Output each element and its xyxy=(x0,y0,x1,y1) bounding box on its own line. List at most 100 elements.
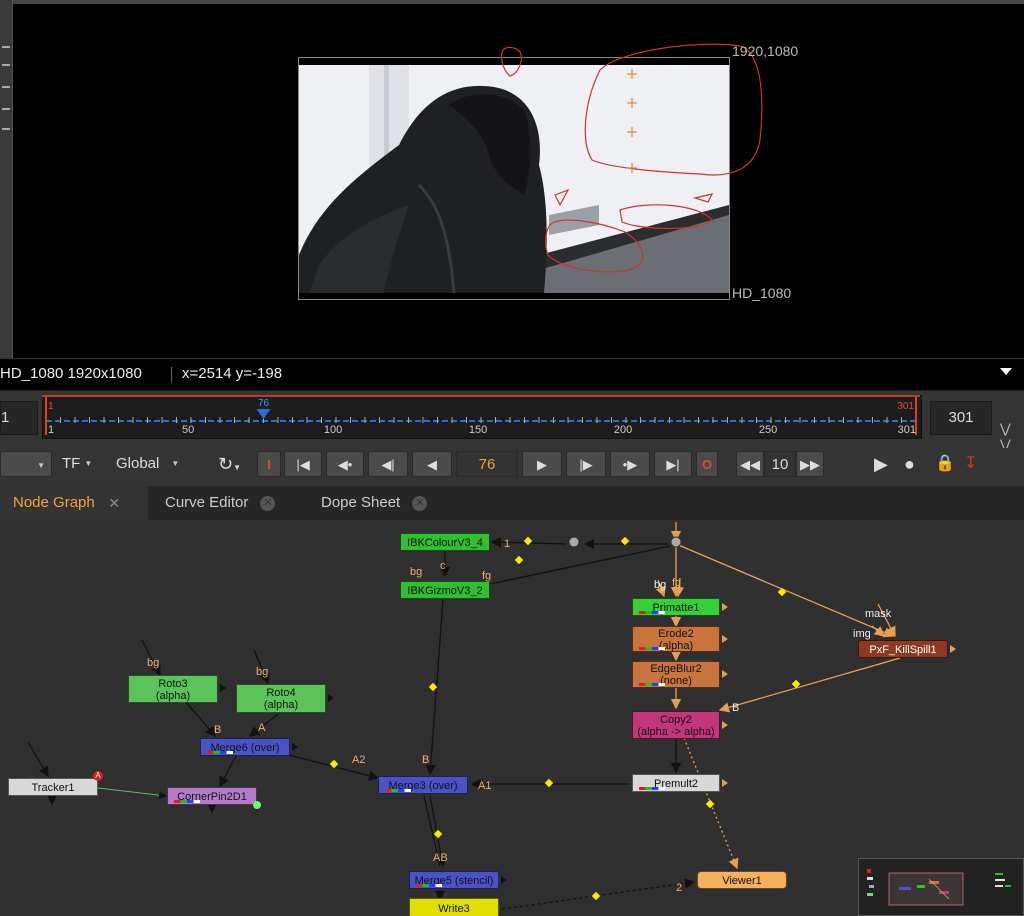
node-copy[interactable]: Copy2 (alpha -> alpha) xyxy=(632,711,720,739)
global-label: Global xyxy=(116,455,160,472)
close-icon[interactable]: ✕ xyxy=(412,495,428,511)
node-primatte[interactable]: Primatte1 xyxy=(632,598,720,616)
pipe-label: mask xyxy=(865,608,892,620)
tab-dope-sheet-label: Dope Sheet xyxy=(321,494,401,511)
hooded-figure-image xyxy=(299,65,729,293)
global-select[interactable]: Global ▼ xyxy=(116,451,179,477)
node-ibkgizmo-label: IBKGizmoV3_2 xyxy=(407,584,483,597)
timeline-tick-label: 100 xyxy=(324,424,342,436)
viewer-panel[interactable]: 1920,1080 HD_1080 xyxy=(0,0,1024,358)
next-keyframe-button[interactable]: •▶ xyxy=(610,451,650,477)
node-mask-input-icon[interactable] xyxy=(722,779,728,787)
timeline-tick-label: 301 xyxy=(898,424,916,436)
close-icon[interactable]: ✕ xyxy=(260,495,276,511)
pipe-label: 1 xyxy=(504,538,511,550)
node-killspill[interactable]: PxF_KillSpill1 xyxy=(858,640,948,658)
node-roto4-label: Roto4 xyxy=(266,687,296,699)
minimap-preview xyxy=(867,869,1011,906)
tf-select[interactable]: TF ▼ xyxy=(62,451,92,477)
step-forward-button[interactable]: ▶▶ xyxy=(796,451,824,477)
node-roto4[interactable]: Roto4 (alpha) xyxy=(236,684,326,713)
set-in-point-button[interactable]: I xyxy=(257,451,281,477)
viewer-menu-arrow-icon[interactable] xyxy=(1000,368,1012,375)
play-forward-button[interactable]: ▶ xyxy=(522,451,562,477)
pipe-label: 2 xyxy=(676,882,683,894)
node-merge6[interactable]: Merge6 (over) xyxy=(200,738,290,756)
node-mask-input-icon[interactable] xyxy=(220,684,226,692)
tab-node-graph[interactable]: Node Graph ✕ xyxy=(0,486,148,520)
node-graph[interactable]: IBKColourV3_4 IBKGizmoV3_2 Primatte1 Ero… xyxy=(0,520,1024,916)
node-mask-input-icon[interactable] xyxy=(501,876,507,884)
tool-icon-4[interactable] xyxy=(2,108,10,110)
node-graph-minimap[interactable] xyxy=(858,858,1024,916)
node-ibkgizmo[interactable]: IBKGizmoV3_2 xyxy=(400,581,490,599)
node-mask-input-icon[interactable] xyxy=(722,670,728,678)
start-frame-field[interactable]: 1 xyxy=(0,401,38,435)
node-premult[interactable]: Premult2 xyxy=(632,774,720,792)
channel-indicator xyxy=(639,787,665,790)
node-viewer1[interactable]: Viewer1 xyxy=(697,871,787,889)
prev-keyframe-button[interactable]: ◀• xyxy=(326,451,364,477)
node-mask-input-icon[interactable] xyxy=(950,645,956,653)
node-ibkcolour[interactable]: IBKColourV3_4 xyxy=(400,533,490,551)
timeline-ruler[interactable]: 1 50 100 150 200 250 3011 30176 xyxy=(42,395,920,437)
playback-mode-icon[interactable]: ↻▼ xyxy=(218,451,241,477)
start-frame-value: 1 xyxy=(1,409,10,426)
pipe-label: bg xyxy=(256,666,269,678)
tab-dope-sheet[interactable]: Dope Sheet ✕ xyxy=(306,486,452,520)
playhead-marker xyxy=(256,409,271,419)
node-tracker[interactable]: Tracker1 xyxy=(8,778,98,796)
tool-icon-1[interactable] xyxy=(2,46,10,48)
step-back-button[interactable]: ◀◀ xyxy=(736,451,764,477)
node-erode-label: Erode2 xyxy=(658,627,694,640)
current-frame-label: 76 xyxy=(258,398,270,409)
node-merge5[interactable]: Merge5 (stencil) xyxy=(409,871,499,889)
node-mask-input-icon[interactable] xyxy=(722,635,728,643)
channel-indicator xyxy=(207,751,233,754)
viewer-toolbar-strip xyxy=(0,0,1024,4)
view-select[interactable]: ▼ xyxy=(0,451,52,477)
current-frame-field[interactable]: 76 xyxy=(456,451,518,477)
timeline-tick-label: 200 xyxy=(614,424,632,436)
node-write3[interactable]: Write3 xyxy=(409,898,499,916)
last-frame-button[interactable]: ▶| xyxy=(654,451,692,477)
out-point-label: 301 xyxy=(897,401,914,412)
node-merge3[interactable]: Merge3 (over) xyxy=(378,776,468,794)
node-cornerpin[interactable]: CornerPin2D1 xyxy=(167,787,257,805)
viewer-left-toolbar[interactable] xyxy=(0,0,13,358)
increment-field[interactable]: 10 xyxy=(764,451,796,477)
play-backward-button[interactable]: ◀ xyxy=(412,451,452,477)
node-roto3[interactable]: Roto3 (alpha) xyxy=(128,675,218,703)
pipe-label: fg xyxy=(672,577,682,589)
monitor-out-icon[interactable]: ↧ xyxy=(964,451,977,477)
set-out-point-button[interactable]: O xyxy=(696,451,718,477)
prev-frame-button[interactable]: ◀| xyxy=(368,451,408,477)
node-mask-input-icon[interactable] xyxy=(292,743,298,751)
pipe-label: img xyxy=(853,628,871,640)
node-viewer1-label: Viewer1 xyxy=(722,874,762,887)
pipe-label: A xyxy=(258,722,266,734)
format-info: HD_1080 1920x1080 xyxy=(0,365,142,382)
node-erode[interactable]: Erode2 (alpha) xyxy=(632,626,720,652)
node-mask-input-icon[interactable] xyxy=(722,603,728,611)
tab-curve-editor[interactable]: Curve Editor ✕ xyxy=(150,486,304,520)
end-frame-field[interactable]: 301 xyxy=(930,401,992,435)
node-ibkcolour-label: IBKColourV3_4 xyxy=(407,536,483,549)
node-edgeblur[interactable]: EdgeBlur2 (none) xyxy=(632,661,720,688)
first-frame-button[interactable]: |◀ xyxy=(284,451,322,477)
tool-icon-2[interactable] xyxy=(2,64,10,66)
tab-curve-editor-label: Curve Editor xyxy=(165,494,249,511)
flipbook-icon[interactable]: ▶ xyxy=(874,451,888,477)
tool-icon-3[interactable] xyxy=(2,86,10,88)
end-frame-value: 301 xyxy=(948,409,974,426)
in-point-label: 1 xyxy=(48,401,54,412)
next-frame-button[interactable]: |▶ xyxy=(566,451,606,477)
record-icon[interactable]: ● xyxy=(904,451,915,477)
tf-label: TF xyxy=(62,455,81,472)
viewer-info-bar: HD_1080 1920x1080 x=2514 y=-198 xyxy=(0,358,1024,391)
node-mask-input-icon[interactable] xyxy=(328,694,334,702)
node-mask-input-icon[interactable] xyxy=(722,721,728,729)
tool-icon-5[interactable] xyxy=(2,128,10,130)
lock-icon[interactable]: 🔒 xyxy=(935,451,955,477)
close-icon[interactable]: ✕ xyxy=(107,495,122,511)
